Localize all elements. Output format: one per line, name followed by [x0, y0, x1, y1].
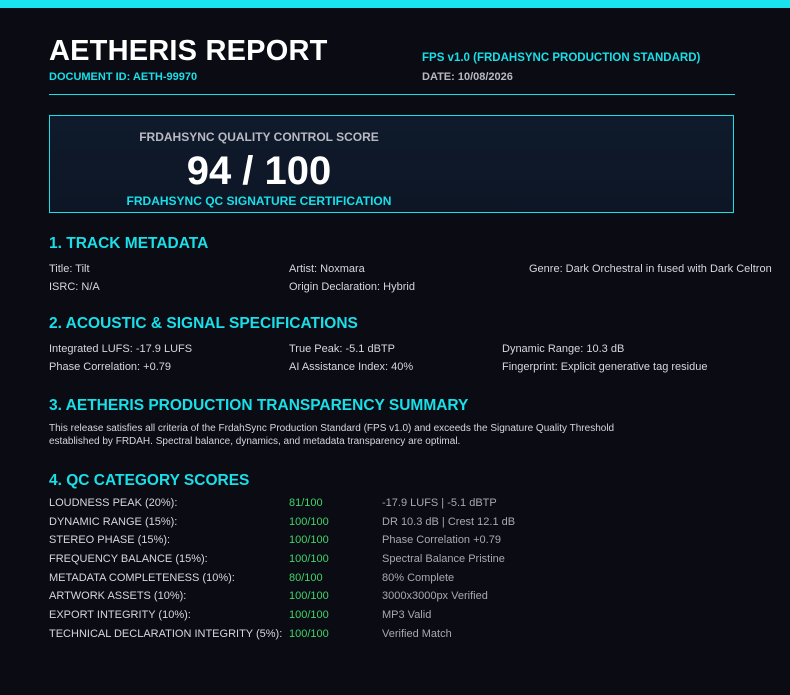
spec-phase: Phase Correlation: +0.79 — [49, 361, 171, 373]
qc-category: EXPORT INTEGRITY (10%): — [49, 609, 191, 621]
summary-text: This release satisfies all criteria of t… — [49, 422, 709, 448]
qc-score: 81/100 — [289, 497, 323, 509]
track-artist: Artist: Noxmara — [289, 263, 365, 275]
qc-detail: Spectral Balance Pristine — [382, 553, 505, 565]
track-isrc: ISRC: N/A — [49, 281, 100, 293]
qc-score: 100/100 — [289, 534, 329, 546]
spec-dynamic-range: Dynamic Range: 10.3 dB — [502, 343, 625, 355]
report-header-left: AETHERIS REPORT DOCUMENT ID: AETH-99970 — [49, 35, 328, 83]
qc-score: 100/100 — [289, 609, 329, 621]
summary-line: This release satisfies all criteria of t… — [49, 423, 615, 434]
certification-label: FRDAHSYNC QC SIGNATURE CERTIFICATION — [126, 194, 392, 208]
score-label: FRDAHSYNC QUALITY CONTROL SCORE — [139, 130, 379, 144]
qc-category: FREQUENCY BALANCE (15%): — [49, 553, 208, 565]
spec-lufs: Integrated LUFS: -17.9 LUFS — [49, 343, 193, 355]
track-title: Title: Tilt — [49, 263, 90, 275]
top-accent-bar — [0, 0, 790, 8]
qc-category: DYNAMIC RANGE (15%): — [49, 516, 178, 528]
qc-detail: 80% Complete — [382, 572, 455, 584]
header-divider — [49, 94, 735, 95]
qc-score: 80/100 — [289, 572, 323, 584]
standard-label: FPS v1.0 (FRDAHSYNC PRODUCTION STANDARD) — [422, 52, 701, 64]
report-title: AETHERIS REPORT — [49, 35, 328, 67]
qc-score: 100/100 — [289, 628, 329, 640]
qc-score: 100/100 — [289, 553, 329, 565]
qc-detail: 3000x3000px Verified — [382, 590, 488, 602]
quality-score-box: FRDAHSYNC QUALITY CONTROL SCORE 94 / 100… — [49, 115, 734, 213]
summary-line: established by FRDAH. Spectral balance, … — [49, 436, 461, 447]
origin-declaration: Origin Declaration: Hybrid — [289, 281, 415, 293]
document-id: DOCUMENT ID: AETH-99970 — [49, 71, 198, 83]
spec-fingerprint: Fingerprint: Explicit generative tag res… — [502, 361, 708, 373]
qc-detail: -17.9 LUFS | -5.1 dBTP — [382, 497, 497, 509]
section-heading-summary: 3. AETHERIS PRODUCTION TRANSPARENCY SUMM… — [49, 397, 469, 414]
report-date: DATE: 10/08/2026 — [422, 71, 513, 83]
qc-detail: Phase Correlation +0.79 — [382, 534, 501, 546]
qc-category: TECHNICAL DECLARATION INTEGRITY (5%): — [49, 628, 283, 640]
spec-ai-index: AI Assistance Index: 40% — [289, 361, 414, 373]
section-heading-qc: 4. QC CATEGORY SCORES — [49, 472, 250, 489]
qc-score: 100/100 — [289, 590, 329, 602]
section-heading-specs: 2. ACOUSTIC & SIGNAL SPECIFICATIONS — [49, 315, 358, 332]
score-value: 94 / 100 — [186, 149, 332, 193]
qc-detail: DR 10.3 dB | Crest 12.1 dB — [382, 516, 516, 528]
spec-true-peak: True Peak: -5.1 dBTP — [289, 343, 395, 355]
qc-detail: MP3 Valid — [382, 609, 432, 621]
qc-category: STEREO PHASE (15%): — [49, 534, 171, 546]
qc-category: METADATA COMPLETENESS (10%): — [49, 572, 235, 584]
report-header-right: FPS v1.0 (FRDAHSYNC PRODUCTION STANDARD)… — [422, 52, 700, 83]
qc-category: LOUDNESS PEAK (20%): — [49, 497, 178, 509]
qc-score: 100/100 — [289, 516, 329, 528]
section-heading-metadata: 1. TRACK METADATA — [49, 235, 209, 252]
qc-category: ARTWORK ASSETS (10%): — [49, 590, 187, 602]
qc-detail: Verified Match — [382, 628, 452, 640]
track-genre: Genre: Dark Orchestral in fused with Dar… — [529, 263, 772, 275]
